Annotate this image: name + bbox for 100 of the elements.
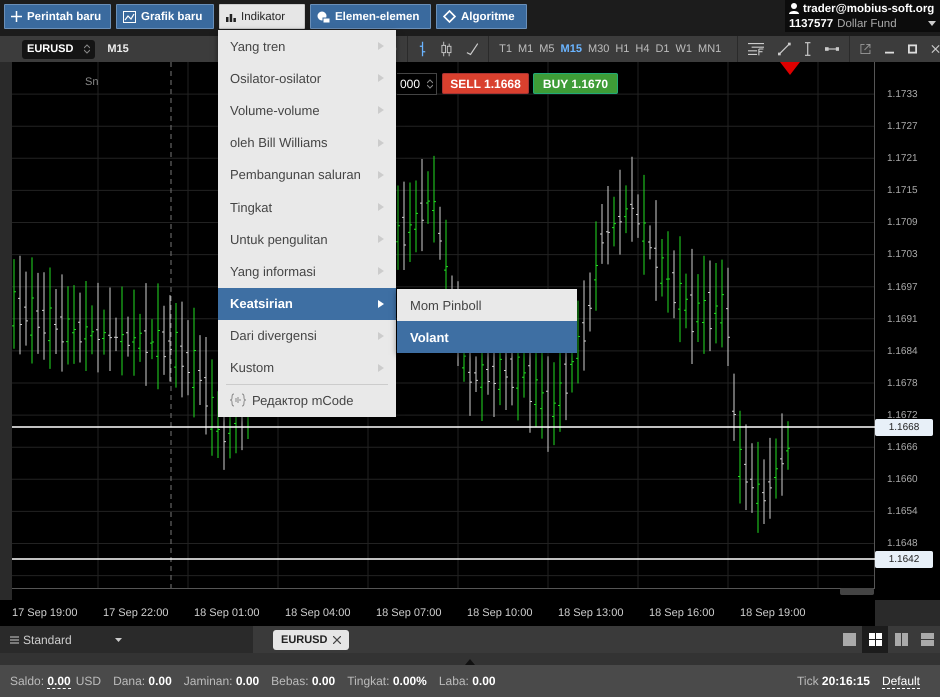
line-chart-icon[interactable]	[466, 42, 478, 56]
timeframe-button[interactable]: H4	[635, 43, 650, 55]
caret-icon	[928, 21, 936, 26]
timeframe-button[interactable]: M5	[539, 43, 555, 55]
menu-item[interactable]: Kustom	[218, 352, 396, 384]
price-line-label: 1.1642	[875, 551, 933, 568]
user-icon	[789, 3, 799, 14]
indicator-list-icon[interactable]	[748, 42, 764, 56]
menu-item[interactable]: Keatsirian	[218, 288, 396, 320]
maximize-icon[interactable]	[908, 44, 917, 54]
price-label: 1.1660	[886, 473, 919, 488]
caret-icon	[115, 638, 122, 642]
columns-layout-icon	[894, 633, 908, 646]
timeframe-button[interactable]: MN1	[698, 43, 722, 55]
price-label: 1.1721	[886, 152, 919, 166]
horizontal-line-icon[interactable]	[824, 46, 840, 52]
submenu-arrow-icon	[378, 170, 384, 179]
status-field: Bebas: 0.00	[271, 674, 336, 688]
profile-select[interactable]: Default	[882, 674, 920, 688]
layout-button[interactable]	[862, 626, 888, 653]
submenu-arrow-icon	[378, 106, 384, 114]
toolbar-button[interactable]: Algoritme	[436, 4, 527, 29]
account-number: 1137577	[789, 18, 834, 30]
rows-layout-icon	[920, 633, 934, 646]
time-label: 18 Sep 16:00	[649, 607, 716, 619]
submenu-arrow-icon	[378, 267, 384, 276]
price-label: 1.1697	[886, 280, 919, 295]
menu-item[interactable]: oleh Bill Williams	[218, 126, 396, 159]
timeframe-button[interactable]: W1	[676, 43, 692, 55]
menu-item[interactable]: Редактор mCode	[218, 385, 396, 416]
chart-icon	[123, 10, 136, 22]
toolbar-button[interactable]: Indikator	[219, 4, 305, 29]
timeframe-button[interactable]: M30	[588, 43, 610, 55]
account-email: trader@mobius-soft.org	[803, 2, 934, 14]
account-panel[interactable]: trader@mobius-soft.org 1137577 Dollar Fund	[785, 0, 940, 32]
price-label: 1.1678	[886, 376, 919, 391]
volume-field[interactable]: 000	[397, 73, 437, 95]
spinner-icon	[84, 44, 90, 54]
status-field: Saldo: 0.00 USD	[10, 674, 102, 688]
spinner-icon	[427, 79, 433, 89]
submenu-arrow-icon	[378, 364, 384, 372]
symbol-select[interactable]: EURUSD	[22, 40, 96, 58]
time-label: 18 Sep 04:00	[285, 607, 352, 619]
plus-icon	[11, 11, 22, 22]
menu-item[interactable]: Yang tren	[218, 30, 396, 62]
submenu-arrow-icon	[378, 235, 384, 244]
price-label: 1.1684	[886, 344, 919, 359]
menu-item[interactable]: Mom Pinboll	[397, 289, 577, 321]
submenu-arrow-icon	[378, 74, 384, 82]
timeframe-button[interactable]: T1	[499, 43, 512, 55]
status-field: Laba: 0.00	[438, 674, 496, 688]
submenu-arrow-icon	[378, 42, 384, 50]
session-label: Sn	[85, 76, 98, 88]
trend-line-icon[interactable]	[778, 42, 792, 56]
menu-icon	[10, 636, 19, 644]
submenu-arrow-icon	[378, 203, 384, 212]
tick-time: Tick 20:16:15	[797, 674, 870, 688]
menu-item[interactable]: Dari divergensi	[218, 320, 396, 352]
timeframe-button[interactable]: H1	[615, 43, 630, 55]
toolbar-button[interactable]: Elemen-elemen	[310, 4, 431, 29]
menu-item[interactable]: Osilator-osilator	[218, 62, 396, 94]
marker-triangle-icon	[780, 62, 800, 75]
candlestick-icon[interactable]	[440, 41, 452, 57]
vertical-line-icon[interactable]	[805, 41, 811, 57]
chart-tab[interactable]: EURUSD	[273, 630, 350, 650]
code-icon	[230, 393, 246, 408]
menu-item[interactable]: Volume-volume	[218, 94, 396, 127]
price-line-label: 1.1668	[875, 419, 933, 436]
account-name: Dollar Fund	[837, 18, 897, 30]
submenu-arrow-icon	[378, 300, 384, 308]
toolbar-button[interactable]: Perintah baru	[4, 4, 111, 29]
menu-item[interactable]: Yang informasi	[218, 255, 396, 288]
scrollbar[interactable]	[840, 588, 874, 595]
price-label: 1.1691	[886, 312, 919, 327]
timeframe-button[interactable]: D1	[655, 43, 670, 55]
time-label: 17 Sep 19:00	[12, 607, 78, 619]
menu-item[interactable]: Pembangunan saluran	[218, 158, 396, 191]
time-label: 18 Sep 19:00	[740, 607, 806, 619]
close-icon[interactable]	[333, 636, 342, 644]
price-label: 1.1727	[886, 120, 919, 134]
status-field: Tingkat: 0.00%	[347, 674, 427, 688]
status-field: Dana: 0.00	[113, 674, 172, 688]
time-label: 18 Sep 10:00	[467, 607, 534, 619]
menu-item[interactable]: Untuk pengulitan	[218, 223, 396, 256]
timeframe-button[interactable]: M15	[560, 43, 582, 55]
bar-type-icon[interactable]	[418, 41, 427, 57]
price-label: 1.1654	[886, 505, 919, 520]
time-label: 18 Sep 07:00	[376, 607, 442, 619]
price-label: 1.1703	[886, 248, 919, 262]
timeframe-label: M15	[107, 43, 129, 55]
menu-item[interactable]: Volant	[397, 321, 577, 353]
bar-chart-icon	[226, 12, 236, 22]
sell-button[interactable]: SELL 1.1668	[442, 73, 529, 94]
pop-out-icon[interactable]	[860, 43, 871, 55]
submenu-arrow-icon	[378, 332, 384, 340]
menu-item[interactable]: Tingkat	[218, 190, 396, 224]
timeframe-button[interactable]: M1	[518, 43, 534, 55]
price-label: 1.1709	[886, 216, 919, 230]
layout-select[interactable]: Standard	[0, 626, 253, 653]
toolbar-button[interactable]: Grafik baru	[116, 4, 214, 29]
